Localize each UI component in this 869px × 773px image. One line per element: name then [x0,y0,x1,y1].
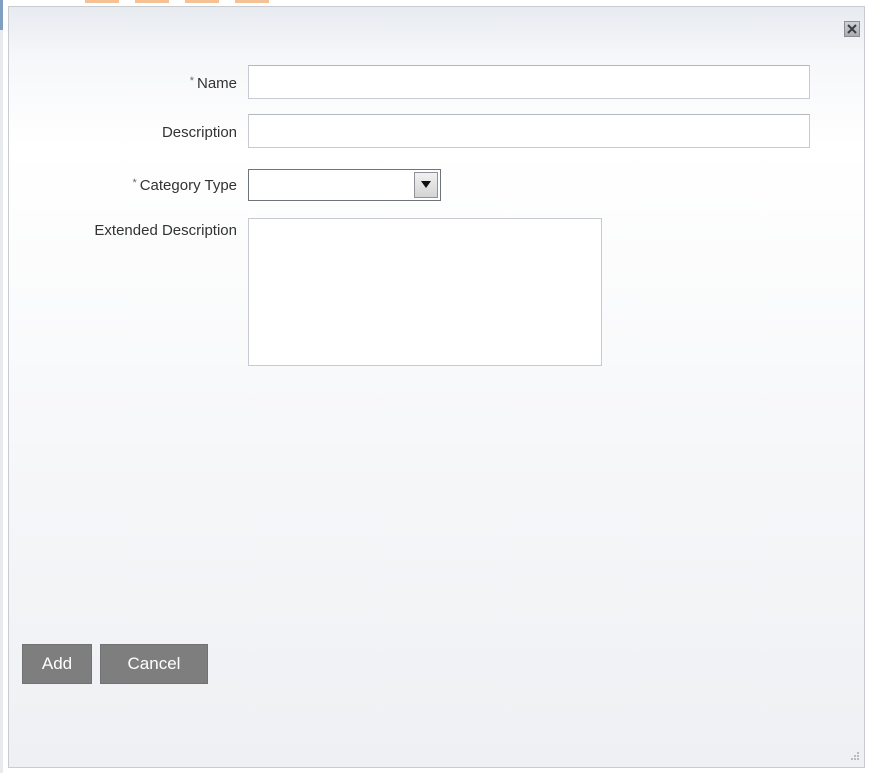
background-app-hint [85,0,285,3]
background-app-edge [0,0,3,773]
description-input[interactable] [248,114,810,148]
dropdown-button[interactable] [414,172,438,198]
close-icon [847,24,857,34]
required-marker: * [132,177,137,189]
chevron-down-icon [421,181,431,188]
required-marker: * [189,75,194,87]
resize-grip-icon[interactable] [846,749,860,763]
extended-description-textarea[interactable] [248,218,602,366]
close-button[interactable] [844,21,860,37]
name-label: * Name [190,75,237,92]
description-label: Description [162,124,237,141]
category-type-select[interactable] [248,169,441,201]
page: * Name Description * Category Type Exten… [0,0,869,773]
extended-description-label-text: Extended Description [94,222,237,239]
dialog-header [9,7,864,53]
description-label-text: Description [161,124,237,141]
cancel-button[interactable]: Cancel [100,644,208,684]
add-button[interactable]: Add [22,644,92,684]
name-input[interactable] [248,65,810,99]
category-type-label-text: Category Type [139,177,237,194]
add-category-dialog: * Name Description * Category Type Exten… [8,6,865,768]
name-label-text: Name [196,75,237,92]
category-type-label: * Category Type [132,177,237,194]
extended-description-label: Extended Description [94,222,237,239]
